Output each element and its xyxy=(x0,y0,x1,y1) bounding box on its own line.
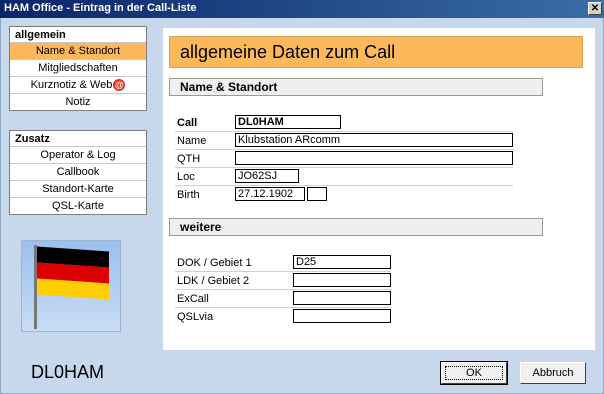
excall-field[interactable] xyxy=(293,291,391,305)
nav-item-callbook[interactable]: Callbook xyxy=(10,163,146,180)
label-excall: ExCall xyxy=(177,293,209,305)
section-weitere: weitere xyxy=(169,218,543,236)
nav-item-name-standort[interactable]: Name & Standort xyxy=(10,42,146,59)
close-icon[interactable]: ✕ xyxy=(588,2,602,15)
divider xyxy=(175,289,391,290)
nav-item-notiz[interactable]: Notiz xyxy=(10,93,146,110)
divider xyxy=(175,167,513,168)
label-birth: Birth xyxy=(177,189,200,201)
nav-item-qsl-karte[interactable]: QSL-Karte xyxy=(10,197,146,214)
call-field[interactable]: DL0HAM xyxy=(235,115,341,129)
loc-field[interactable]: JO62SJ xyxy=(235,169,299,183)
title-bar: HAM Office - Eintrag in der Call-Liste ✕ xyxy=(0,0,604,18)
page-title: allgemeine Daten zum Call xyxy=(169,36,583,68)
nav-allgemein-head: allgemein xyxy=(15,29,66,41)
nav-item-kurznotiz-web[interactable]: Kurznotiz & Web @ xyxy=(10,76,146,93)
name-field[interactable]: Klubstation ARcomm xyxy=(235,133,513,147)
nav-zusatz: Zusatz Operator & Log Callbook Standort-… xyxy=(9,130,147,215)
birth-field[interactable]: 27.12.1902 xyxy=(235,187,305,201)
nav-item-standort-karte[interactable]: Standort-Karte xyxy=(10,180,146,197)
window-title: HAM Office - Eintrag in der Call-Liste xyxy=(4,2,197,14)
nav-item-mitgliedschaften[interactable]: Mitgliedschaften xyxy=(10,59,146,76)
callsign-display: DL0HAM xyxy=(31,362,105,382)
divider xyxy=(175,149,513,150)
divider xyxy=(175,185,513,186)
divider xyxy=(175,271,391,272)
ok-button[interactable]: OK xyxy=(440,361,508,385)
cancel-button[interactable]: Abbruch xyxy=(520,362,586,384)
nav-zusatz-head: Zusatz xyxy=(15,133,50,145)
flag-image xyxy=(21,240,121,332)
divider xyxy=(175,131,513,132)
label-qth: QTH xyxy=(177,153,201,165)
german-flag-icon xyxy=(37,246,109,300)
nav-item-kurznotiz-label: Kurznotiz & Web xyxy=(30,79,113,91)
section-name-standort: Name & Standort xyxy=(169,78,543,96)
ldk-field[interactable] xyxy=(293,273,391,287)
nav-allgemein: allgemein Name & Standort Mitgliedschaft… xyxy=(9,26,147,111)
label-qslvia: QSLvia xyxy=(177,311,214,323)
at-icon: @ xyxy=(113,79,126,92)
label-ldk: LDK / Gebiet 2 xyxy=(177,275,250,287)
ok-button-label: OK xyxy=(445,366,503,380)
birth-extra-field[interactable] xyxy=(307,187,327,201)
qth-field[interactable] xyxy=(235,151,513,165)
main-panel: allgemeine Daten zum Call Name & Standor… xyxy=(163,28,595,350)
label-dok: DOK / Gebiet 1 xyxy=(177,257,252,269)
dok-field[interactable]: D25 xyxy=(293,255,391,269)
qslvia-field[interactable] xyxy=(293,309,391,323)
label-name: Name xyxy=(177,135,207,147)
divider xyxy=(175,307,391,308)
dialog-window: allgemein Name & Standort Mitgliedschaft… xyxy=(0,18,604,394)
nav-item-operator-log[interactable]: Operator & Log xyxy=(10,146,146,163)
label-call: Call xyxy=(177,117,198,129)
label-loc: Loc xyxy=(177,171,195,183)
